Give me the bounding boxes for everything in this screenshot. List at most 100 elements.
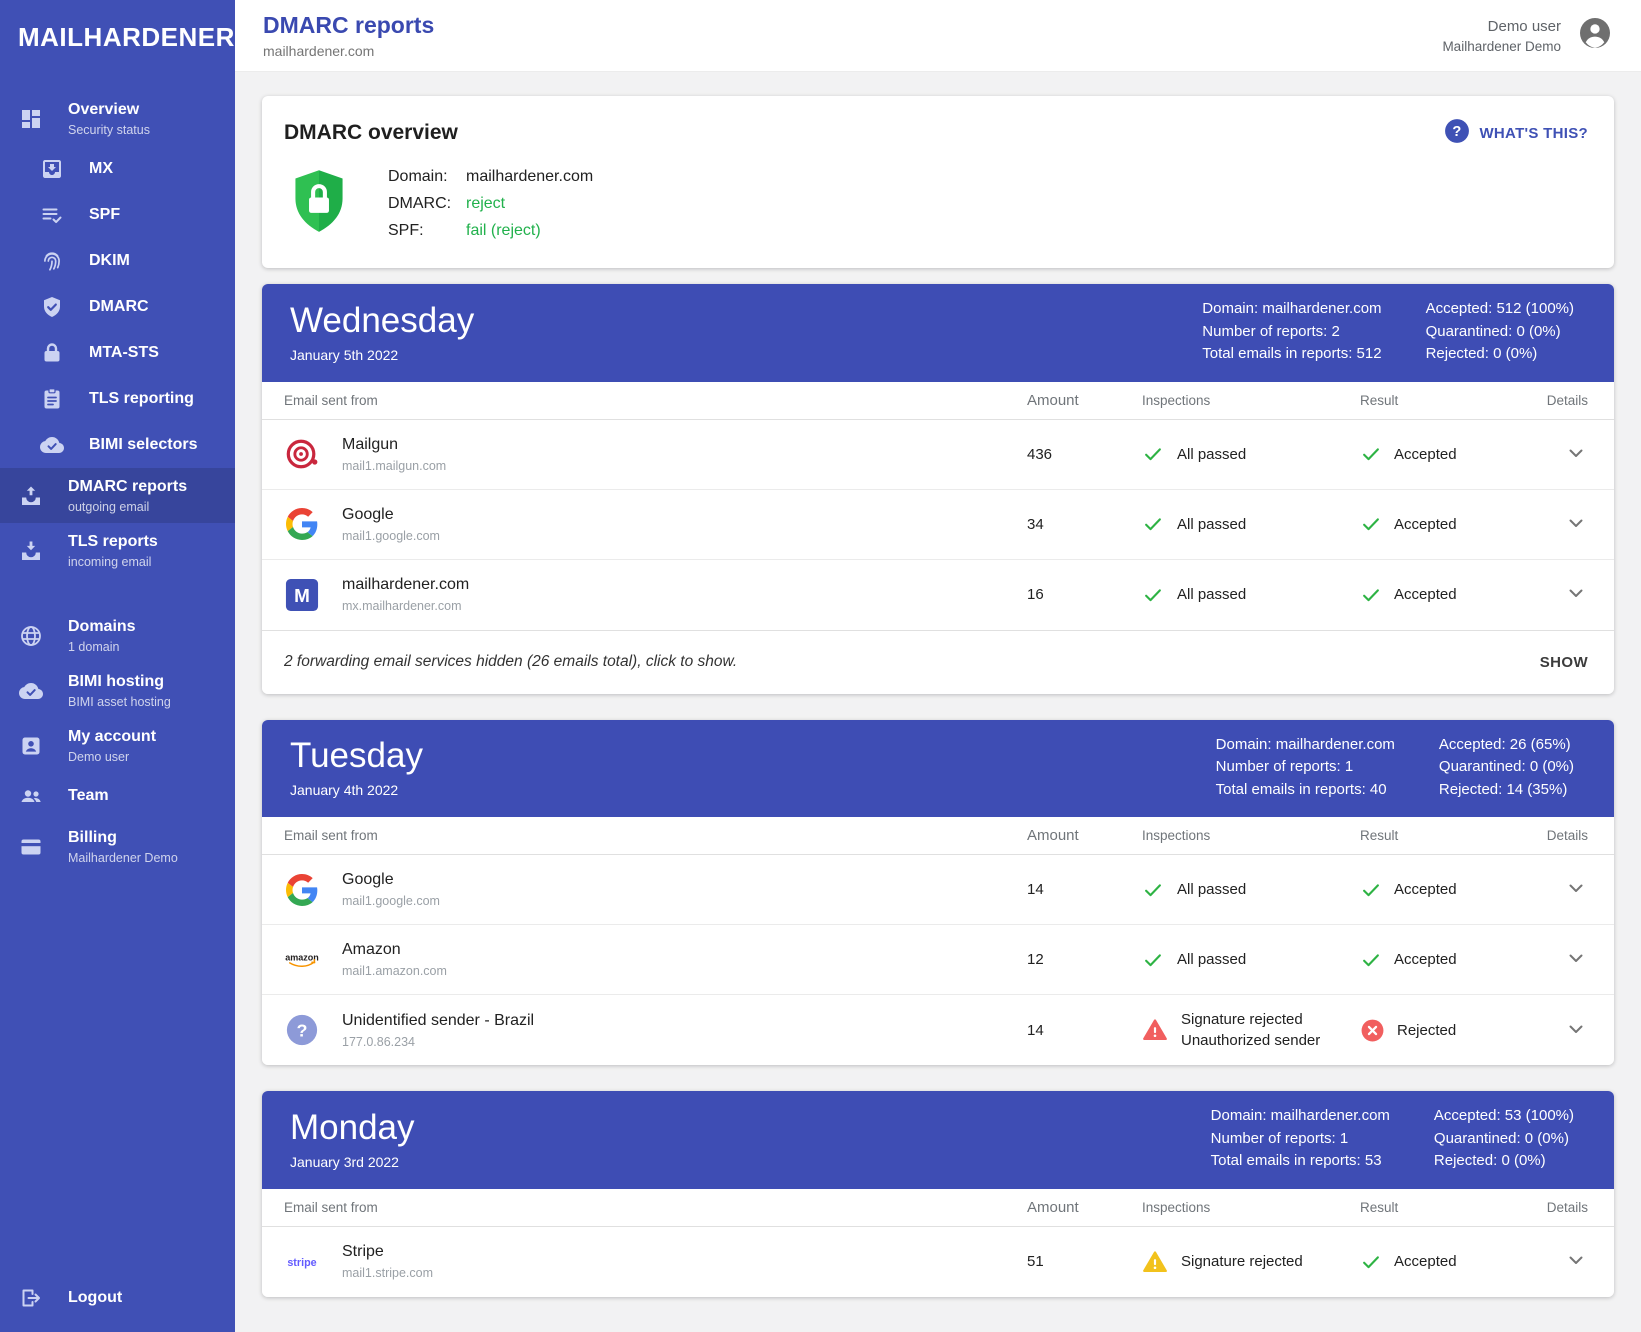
col-header-details: Details — [1528, 828, 1590, 843]
col-header-amount: Amount — [1027, 392, 1142, 409]
report-row[interactable]: Mailgun mail1.mailgun.com 436 All passed… — [262, 420, 1614, 490]
people-icon — [18, 784, 44, 808]
col-header-inspections: Inspections — [1142, 1200, 1360, 1215]
report-row[interactable]: ? Unidentified sender - Brazil 177.0.86.… — [262, 995, 1614, 1065]
report-row[interactable]: M mailhardener.com mx.mailhardener.com 1… — [262, 560, 1614, 630]
sidebar-item-dmarc[interactable]: DMARC — [0, 284, 235, 330]
sidebar-item-label: TLS reports — [68, 532, 158, 552]
result-text: Accepted — [1394, 1251, 1457, 1272]
whats-this-link[interactable]: ? WHAT'S THIS? — [1444, 118, 1588, 148]
col-header-inspections: Inspections — [1142, 393, 1360, 408]
day-card-monday: Monday January 3rd 2022 Domain: mailhard… — [262, 1091, 1614, 1297]
sidebar-item-bimi-hosting[interactable]: BIMI hosting BIMI asset hosting — [0, 663, 235, 718]
sidebar-item-spf[interactable]: SPF — [0, 192, 235, 238]
logout-label: Logout — [68, 1288, 122, 1308]
table-header-row: Email sent from Amount Inspections Resul… — [262, 817, 1614, 855]
col-header-details: Details — [1528, 1200, 1590, 1215]
sidebar-item-label: DKIM — [89, 251, 130, 271]
stat-line: Domain: mailhardener.com — [1216, 734, 1395, 757]
sidebar-item-sublabel: Demo user — [68, 750, 156, 764]
result-text: Accepted — [1394, 514, 1457, 535]
overview-row-label: SPF: — [388, 218, 466, 244]
svg-text:?: ? — [1453, 124, 1462, 140]
report-row[interactable]: amazon Amazon mail1.amazon.com 12 All pa… — [262, 925, 1614, 995]
report-row[interactable]: Google mail1.google.com 34 All passed Ac… — [262, 490, 1614, 560]
stat-line: Total emails in reports: 40 — [1216, 779, 1395, 802]
hidden-services-text: 2 forwarding email services hidden (26 e… — [284, 653, 737, 671]
sidebar-item-my-account[interactable]: My account Demo user — [0, 718, 235, 773]
list-check-icon — [39, 203, 65, 227]
details-toggle[interactable] — [1562, 579, 1590, 610]
shield-lock-icon — [290, 168, 348, 241]
check-icon — [1360, 584, 1382, 606]
sidebar-item-sublabel: BIMI asset hosting — [68, 695, 171, 709]
sidebar-item-domains[interactable]: Domains 1 domain — [0, 608, 235, 663]
sender-domain: mail1.amazon.com — [342, 964, 447, 978]
sidebar-item-tls-reporting[interactable]: TLS reporting — [0, 376, 235, 422]
sidebar-item-mta-sts[interactable]: MTA-STS — [0, 330, 235, 376]
day-name: Tuesday — [290, 736, 423, 776]
overview-rows: Domain:mailhardener.comDMARC:rejectSPF:f… — [388, 164, 593, 244]
details-toggle[interactable] — [1562, 1246, 1590, 1277]
stat-line: Quarantined: 0 (0%) — [1434, 1128, 1574, 1151]
sidebar-item-team[interactable]: Team — [0, 773, 235, 819]
user-menu[interactable]: Demo user Mailhardener Demo — [1442, 15, 1613, 56]
stat-line: Rejected: 0 (0%) — [1426, 343, 1574, 366]
day-header: Tuesday January 4th 2022 Domain: mailhar… — [262, 720, 1614, 818]
overview-title: DMARC overview — [284, 121, 458, 145]
cloud-check-icon — [39, 433, 65, 457]
stat-line: Accepted: 512 (100%) — [1426, 298, 1574, 321]
sidebar-item-bimi-selectors[interactable]: BIMI selectors — [0, 422, 235, 468]
google-logo — [284, 508, 320, 540]
sidebar-item-mx[interactable]: MX — [0, 146, 235, 192]
report-row[interactable]: Google mail1.google.com 14 All passed Ac… — [262, 855, 1614, 925]
sender-name: Unidentified sender - Brazil — [342, 1012, 534, 1030]
user-org: Mailhardener Demo — [1442, 39, 1561, 54]
col-header-from: Email sent from — [284, 393, 1027, 408]
result-text: Accepted — [1394, 584, 1457, 605]
sidebar-item-label: Domains — [68, 617, 136, 637]
shield-check-icon — [39, 295, 65, 319]
report-row[interactable]: stripe Stripe mail1.stripe.com 51 Signat… — [262, 1227, 1614, 1297]
table-body: Mailgun mail1.mailgun.com 436 All passed… — [262, 420, 1614, 630]
sidebar-item-overview[interactable]: Overview Security status — [0, 91, 235, 146]
show-hidden-button[interactable]: SHOW — [1538, 648, 1590, 677]
inspection-lines: All passed — [1177, 879, 1246, 900]
top-bar: DMARC reports mailhardener.com Demo user… — [235, 0, 1641, 72]
col-header-from: Email sent from — [284, 1200, 1027, 1215]
sidebar-item-sublabel: Mailhardener Demo — [68, 851, 178, 865]
sidebar-item-billing[interactable]: Billing Mailhardener Demo — [0, 819, 235, 874]
sidebar-item-dkim[interactable]: DKIM — [0, 238, 235, 284]
stat-line: Accepted: 26 (65%) — [1439, 734, 1574, 757]
mailgun-logo — [284, 437, 320, 471]
mailhardener-logo: M — [284, 578, 320, 612]
sender-domain: mail1.stripe.com — [342, 1266, 433, 1280]
col-header-result: Result — [1360, 828, 1528, 843]
day-header: Wednesday January 5th 2022 Domain: mailh… — [262, 284, 1614, 382]
check-icon — [1142, 443, 1164, 465]
inspection-text: Signature rejected — [1181, 1251, 1303, 1272]
details-toggle[interactable] — [1562, 944, 1590, 975]
col-header-details: Details — [1528, 393, 1590, 408]
logout-button[interactable]: Logout — [0, 1272, 235, 1332]
details-toggle[interactable] — [1562, 509, 1590, 540]
sender-name: Google — [342, 506, 440, 524]
sender-domain: mail1.mailgun.com — [342, 459, 446, 473]
inspection-text: All passed — [1177, 879, 1246, 900]
details-toggle[interactable] — [1562, 874, 1590, 905]
avatar-icon[interactable] — [1577, 15, 1613, 56]
dashboard-icon — [18, 107, 44, 131]
check-icon — [1360, 949, 1382, 971]
details-toggle[interactable] — [1562, 1015, 1590, 1046]
amount-value: 14 — [1027, 1022, 1142, 1039]
sidebar-item-label: MTA-STS — [89, 343, 159, 363]
stat-line: Total emails in reports: 53 — [1211, 1150, 1390, 1173]
details-toggle[interactable] — [1562, 439, 1590, 470]
overview-row: Domain:mailhardener.com — [388, 164, 593, 190]
sender-domain: mail1.google.com — [342, 529, 440, 543]
inspection-lines: Signature rejectedUnauthorized sender — [1181, 1009, 1320, 1051]
sidebar-item-dmarc-reports[interactable]: DMARC reports outgoing email — [0, 468, 235, 523]
sidebar-item-label: TLS reporting — [89, 389, 194, 409]
hidden-services-row[interactable]: 2 forwarding email services hidden (26 e… — [262, 630, 1614, 694]
sidebar-item-tls-reports[interactable]: TLS reports incoming email — [0, 523, 235, 578]
